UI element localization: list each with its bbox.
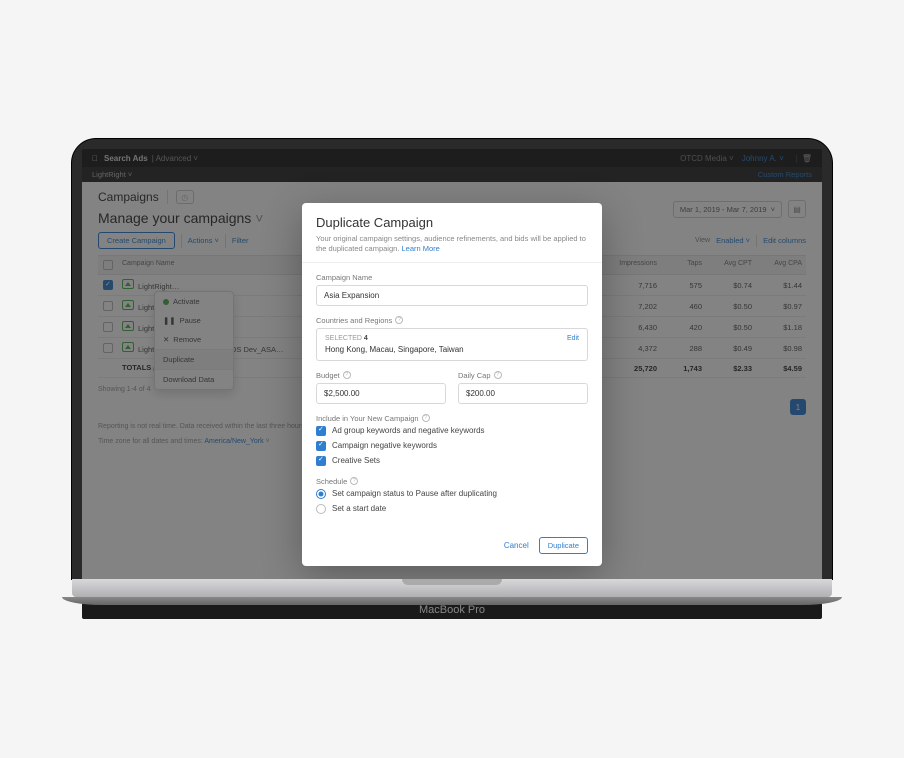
row-checkbox[interactable] [103,301,113,311]
row-checkbox[interactable] [103,343,113,353]
column-cpt[interactable]: Avg CPT [706,256,756,274]
view-enabled-dropdown[interactable]: Enabled ˅ [716,236,750,245]
apple-logo-icon:  [92,154,98,163]
schedule-option[interactable]: Set campaign status to Pause after dupli… [316,489,588,499]
schedule-label: Schedule? [316,477,588,486]
laptop-frame:  Search Ads | Advanced ˅ OTCD Media ˅ J… [72,139,832,619]
selected-label: SELECTED 4 [325,335,368,342]
menu-duplicate[interactable]: Duplicate [155,349,233,369]
help-icon[interactable]: ? [494,371,502,379]
date-range-picker[interactable]: Mar 1, 2019 - Mar 7, 2019˅ [673,201,782,218]
regions-box[interactable]: SELECTED 4 Edit Hong Kong, Macau, Singap… [316,328,588,361]
campaign-name-input[interactable] [316,285,588,306]
menu-remove[interactable]: ✕Remove [155,330,233,349]
divider: | [796,154,798,163]
user-menu[interactable]: Johnny A. ˅ [742,154,784,163]
select-all-checkbox[interactable] [103,260,113,270]
app-selector[interactable]: LightRight ˅ [92,170,132,179]
menu-download[interactable]: Download Data [155,369,233,389]
checkbox-icon[interactable] [316,426,326,436]
campaign-status-icon [122,279,134,289]
campaign-status-icon [122,342,134,352]
laptop-bezel:  Search Ads | Advanced ˅ OTCD Media ˅ J… [72,139,832,579]
modal-description: Your original campaign settings, audienc… [316,234,588,254]
campaign-name-label: Campaign Name [316,273,588,282]
checkbox-icon[interactable] [316,441,326,451]
include-option[interactable]: Ad group keywords and negative keywords [316,426,588,436]
view-label: View [695,237,710,244]
include-label: Include in Your New Campaign? [316,414,588,423]
create-campaign-button[interactable]: Create Campaign [98,232,175,249]
app-screen:  Search Ads | Advanced ˅ OTCD Media ˅ J… [82,149,822,579]
history-icon[interactable]: ◷ [176,190,194,204]
edit-regions-link[interactable]: Edit [567,335,579,342]
timezone-link[interactable]: America/New_York [204,438,263,445]
chevron-down-icon: ˅ [771,205,775,214]
trash-icon[interactable]: 🗑 [802,154,812,163]
row-checkbox[interactable] [103,280,113,290]
remove-icon: ✕ [163,335,169,344]
modal-title: Duplicate Campaign [316,215,588,230]
help-icon[interactable]: ? [422,414,430,422]
laptop-base [72,579,832,597]
budget-label: Budget? [316,371,446,380]
column-impressions[interactable]: Impressions [606,256,661,274]
regions-list: Hong Kong, Macau, Singapore, Taiwan [325,345,579,354]
menu-activate[interactable]: Activate [155,292,233,311]
campaign-status-icon [122,300,134,310]
help-icon[interactable]: ? [343,371,351,379]
chart-toggle-icon[interactable]: ▤ [788,200,806,218]
daily-cap-input[interactable] [458,383,588,404]
regions-label: Countries and Regions? [316,316,588,325]
edit-columns-link[interactable]: Edit columns [763,236,806,245]
chevron-down-icon[interactable]: ˅ [255,210,263,226]
radio-icon[interactable] [316,489,326,499]
budget-input[interactable] [316,383,446,404]
section-title: Campaigns [98,190,159,204]
menu-pause[interactable]: ❚❚Pause [155,311,233,330]
learn-more-link[interactable]: Learn More [401,244,439,253]
radio-icon[interactable] [316,504,326,514]
actions-menu: Activate ❚❚Pause ✕Remove Duplicate Downl… [154,291,234,390]
chevron-down-icon: ˅ [193,154,198,163]
product-tier: | Advanced ˅ [152,154,198,163]
schedule-option[interactable]: Set a start date [316,504,588,514]
pause-icon: ❚❚ [163,316,176,325]
actions-dropdown[interactable]: Actions ˅ [188,236,219,245]
checkbox-icon[interactable] [316,456,326,466]
active-dot-icon [163,299,169,305]
duplicate-campaign-modal: Duplicate Campaign Your original campaig… [302,203,602,566]
filter-button[interactable]: Filter [232,236,249,245]
row-checkbox[interactable] [103,322,113,332]
custom-reports-link[interactable]: Custom Reports [758,170,812,179]
global-header:  Search Ads | Advanced ˅ OTCD Media ˅ J… [82,149,822,167]
cancel-button[interactable]: Cancel [504,541,529,550]
product-name: Search Ads [104,154,148,163]
help-icon[interactable]: ? [350,477,358,485]
help-icon[interactable]: ? [395,316,403,324]
column-cpa[interactable]: Avg CPA [756,256,806,274]
daily-cap-label: Daily Cap? [458,371,588,380]
duplicate-button[interactable]: Duplicate [539,537,588,554]
page-button[interactable]: 1 [790,399,806,415]
campaign-status-icon [122,321,134,331]
org-name: OTCD Media ˅ [680,154,734,163]
include-option[interactable]: Creative Sets [316,456,588,466]
include-option[interactable]: Campaign negative keywords [316,441,588,451]
breadcrumb-bar: LightRight ˅ Custom Reports [82,167,822,182]
column-taps[interactable]: Taps [661,256,706,274]
